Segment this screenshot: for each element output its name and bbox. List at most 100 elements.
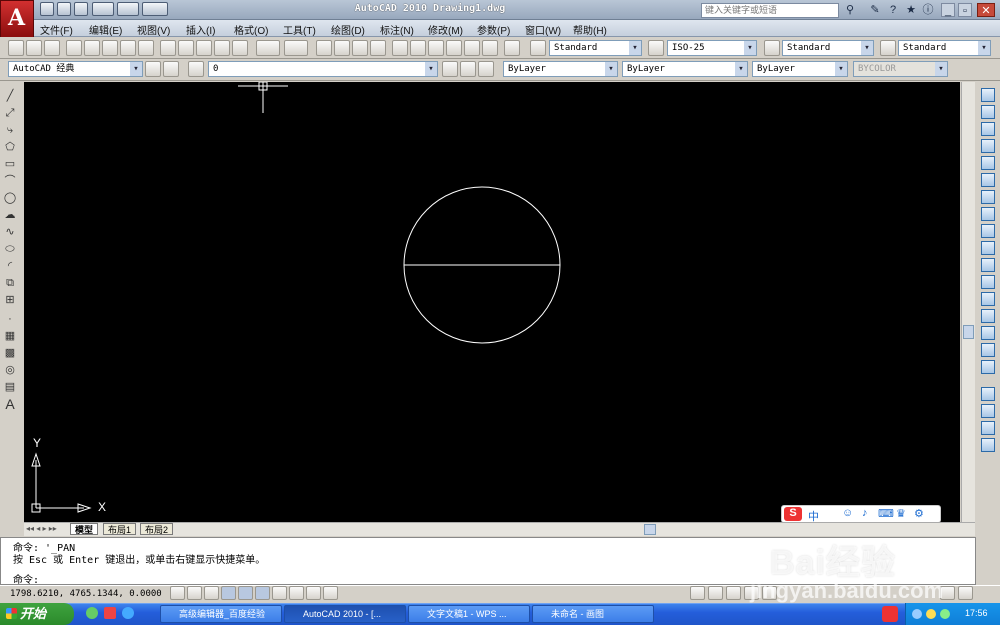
menu-help[interactable]: 帮助(H) xyxy=(573,22,607,37)
text-style-select[interactable]: Standard xyxy=(549,40,642,56)
menu-draw[interactable]: 绘图(D) xyxy=(331,22,365,37)
table-style-icon[interactable] xyxy=(764,40,780,56)
clean-screen-icon[interactable] xyxy=(958,586,973,600)
model-space-icon[interactable] xyxy=(690,586,705,600)
qnew-icon[interactable] xyxy=(8,40,24,56)
construction-line-icon[interactable]: ⤢ xyxy=(3,106,17,120)
polyline-icon[interactable]: ⤷ xyxy=(3,123,17,137)
explode-icon[interactable] xyxy=(981,360,995,374)
task-autocad[interactable]: AutoCAD 2010 - [... xyxy=(284,605,406,623)
make-block-icon[interactable]: ⊞ xyxy=(3,293,17,307)
chamfer-icon[interactable] xyxy=(981,326,995,340)
mic-icon[interactable]: ♪ xyxy=(862,507,868,519)
layer-previous-icon[interactable] xyxy=(460,61,476,77)
mtext-icon[interactable]: A xyxy=(3,397,17,411)
mleader-style-icon[interactable] xyxy=(880,40,896,56)
quickcalc-icon[interactable] xyxy=(482,40,498,56)
coordinates-readout[interactable]: 1798.6210, 4765.1344, 0.0000 xyxy=(10,589,162,599)
settings-icon[interactable]: ⚙ xyxy=(914,507,924,520)
zoom-realtime-icon[interactable] xyxy=(334,40,350,56)
menu-view[interactable]: 视图(V) xyxy=(137,22,170,37)
task-wps[interactable]: 文字文稿1 - WPS ... xyxy=(408,605,530,623)
table-style-select[interactable]: Standard xyxy=(782,40,874,56)
properties-icon[interactable] xyxy=(392,40,408,56)
print-icon[interactable] xyxy=(66,40,82,56)
new-icon[interactable] xyxy=(40,2,54,16)
dim-style-select[interactable]: ISO-25 xyxy=(667,40,757,56)
fillet-icon[interactable] xyxy=(981,343,995,357)
menu-file[interactable]: 文件(F) xyxy=(40,22,73,37)
drawing-canvas[interactable] xyxy=(24,82,960,522)
grid-toggle[interactable] xyxy=(187,586,202,600)
menu-modify[interactable]: 修改(M) xyxy=(428,22,463,37)
plot-icon[interactable] xyxy=(142,2,168,16)
search-input[interactable]: 键入关键字或短语 xyxy=(701,3,839,18)
3d-dwf-icon[interactable] xyxy=(120,40,136,56)
zoom-window-icon[interactable] xyxy=(352,40,368,56)
layer-select[interactable]: 0 xyxy=(208,61,438,77)
keyboard-icon[interactable]: ⌨ xyxy=(878,507,894,520)
linetype-select[interactable]: ByLayer xyxy=(622,61,748,77)
minimize-button[interactable]: _ xyxy=(941,3,955,17)
etransmit-icon[interactable] xyxy=(138,40,154,56)
matchprop-icon[interactable] xyxy=(214,40,230,56)
quick-view-icon[interactable] xyxy=(708,586,723,600)
vertical-scrollbar[interactable] xyxy=(961,82,975,522)
open-file-icon[interactable] xyxy=(26,40,42,56)
paste-icon[interactable] xyxy=(196,40,212,56)
volume-icon[interactable] xyxy=(926,609,936,619)
copy-object-icon[interactable] xyxy=(981,105,995,119)
table-icon[interactable]: ▤ xyxy=(3,380,17,394)
stretch-icon[interactable] xyxy=(981,224,995,238)
plot-preview-icon[interactable] xyxy=(84,40,100,56)
revcloud-icon[interactable]: ☁ xyxy=(3,208,17,222)
block-editor-icon[interactable] xyxy=(232,40,248,56)
layer-state-icon[interactable] xyxy=(188,61,204,77)
tab-nav-arrows[interactable]: ◂◂ ◂ ▸ ▸▸ xyxy=(26,524,66,535)
publish-icon[interactable] xyxy=(102,40,118,56)
dim-style-icon[interactable] xyxy=(648,40,664,56)
smile-icon[interactable]: ☺ xyxy=(842,507,853,519)
tab-layout1[interactable]: 布局1 xyxy=(103,523,137,535)
layer-isolate-icon[interactable] xyxy=(478,61,494,77)
horizontal-scroll-thumb[interactable] xyxy=(644,524,656,535)
quicklaunch-browser-icon[interactable] xyxy=(86,607,98,619)
pan-status-icon[interactable] xyxy=(726,586,741,600)
save-file-icon[interactable] xyxy=(44,40,60,56)
erase-icon[interactable] xyxy=(981,88,995,102)
autocad-logo-button[interactable]: A xyxy=(0,0,34,38)
osnap-toggle[interactable] xyxy=(238,586,253,600)
insert-block-icon[interactable]: ⧉ xyxy=(3,276,17,290)
zoom-previous-icon[interactable] xyxy=(370,40,386,56)
ducs-toggle[interactable] xyxy=(272,586,287,600)
lwt-toggle[interactable] xyxy=(306,586,321,600)
ortho-toggle[interactable] xyxy=(204,586,219,600)
copy-icon[interactable] xyxy=(178,40,194,56)
pan-icon[interactable] xyxy=(316,40,332,56)
star-icon[interactable]: ★ xyxy=(904,3,918,17)
workspace-settings-icon[interactable] xyxy=(145,61,161,77)
polar-toggle[interactable] xyxy=(221,586,236,600)
task-paint[interactable]: 未命名 - 画图 xyxy=(532,605,654,623)
draworder-back-icon[interactable] xyxy=(981,404,995,418)
markup-icon[interactable] xyxy=(464,40,480,56)
close-button[interactable]: ✕ xyxy=(977,3,995,17)
color-select[interactable]: ByLayer xyxy=(503,61,618,77)
undo-toolbar-icon[interactable] xyxy=(256,40,280,56)
design-center-icon[interactable] xyxy=(410,40,426,56)
binoculars-icon[interactable]: ⚲ xyxy=(843,3,857,17)
task-editor[interactable]: 高级编辑器_百度经验 xyxy=(160,605,282,623)
text-style-icon[interactable] xyxy=(530,40,546,56)
otrack-toggle[interactable] xyxy=(255,586,270,600)
shield-icon[interactable] xyxy=(940,609,950,619)
trim-icon[interactable] xyxy=(981,241,995,255)
sogou-tray-icon[interactable] xyxy=(882,606,898,622)
point-icon[interactable]: · xyxy=(3,312,17,326)
move-icon[interactable] xyxy=(981,173,995,187)
save-icon[interactable] xyxy=(74,2,88,16)
redo-icon[interactable] xyxy=(117,2,139,16)
qp-toggle[interactable] xyxy=(323,586,338,600)
scale-icon[interactable] xyxy=(981,207,995,221)
ellipse-arc-icon[interactable]: ◜ xyxy=(3,259,17,273)
tools-icon[interactable]: ✎ xyxy=(868,3,882,17)
